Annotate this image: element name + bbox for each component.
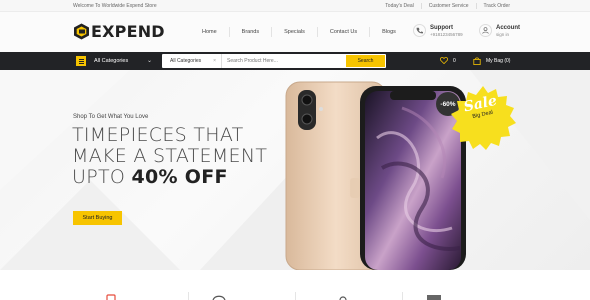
top-links: Today's Deal Customer Service Track Orde… <box>378 3 517 9</box>
feature-icon-3 <box>339 296 347 300</box>
chevron-down-icon: ⌄ <box>146 58 152 64</box>
hero-banner: Shop To Get What You Love TIMEPIECES THA… <box>0 70 590 270</box>
select-caret-icon: × <box>213 58 216 64</box>
customer-service-link[interactable]: Customer Service <box>420 3 476 9</box>
headline-line-1: TIMEPIECES THAT <box>72 124 244 146</box>
headline-line-2: MAKE A STATEMENT <box>72 145 268 167</box>
all-categories-label: All Categories <box>94 58 129 64</box>
main-nav: Home Brands Specials Contact Us Blogs <box>190 27 408 37</box>
support-block[interactable]: Support +918123456789 <box>413 24 463 37</box>
welcome-text: Welcome To Worldwide Expend Store <box>73 3 157 9</box>
category-select-value: All Categories <box>170 58 202 64</box>
nav-blogs[interactable]: Blogs <box>369 27 408 37</box>
header: EXPEND Home Brands Specials Contact Us B… <box>0 12 590 52</box>
feature-icon-2 <box>212 295 226 300</box>
account-signin[interactable]: sign in <box>496 32 520 37</box>
menu-icon <box>76 56 86 66</box>
feature-divider <box>402 292 403 300</box>
support-phone: +918123456789 <box>430 31 463 37</box>
logo[interactable]: EXPEND <box>73 22 165 41</box>
my-bag-label: My Bag (0) <box>486 58 511 64</box>
nav-contact-us[interactable]: Contact Us <box>316 27 369 37</box>
phone-icon <box>413 24 426 37</box>
search-bar: All Categories ⌄ All Categories × Search… <box>0 52 590 70</box>
headline-discount: 40% OFF <box>131 166 228 188</box>
todays-deal-link[interactable]: Today's Deal <box>378 3 420 9</box>
nav-home[interactable]: Home <box>190 27 229 37</box>
hero-headline: TIMEPIECES THAT MAKE A STATEMENT UPTO 40… <box>72 125 267 188</box>
search-input[interactable] <box>222 54 345 68</box>
search-form: All Categories × Search <box>162 54 386 68</box>
bag-icon <box>473 57 481 65</box>
account-block[interactable]: Account sign in <box>479 24 520 37</box>
wishlist-count: 0 <box>453 57 456 64</box>
category-select[interactable]: All Categories × <box>162 54 222 68</box>
feature-divider <box>188 292 189 300</box>
headline-line-3-prefix: UPTO <box>72 166 126 188</box>
feature-icon-1 <box>106 294 116 300</box>
account-title: Account <box>496 24 520 31</box>
support-title: Support <box>430 24 453 31</box>
logo-hex-icon <box>73 23 90 40</box>
all-categories-button[interactable]: All Categories ⌄ <box>73 52 158 70</box>
features-strip <box>0 270 590 300</box>
my-bag-button[interactable]: My Bag (0) <box>473 57 510 65</box>
brand-name: EXPEND <box>91 22 165 41</box>
track-order-link[interactable]: Track Order <box>475 3 517 9</box>
feature-icon-4 <box>427 295 441 300</box>
top-bar: Welcome To Worldwide Expend Store Today'… <box>0 0 590 12</box>
start-buying-button[interactable]: Start Buying <box>73 211 122 225</box>
user-icon <box>479 24 492 37</box>
headline-line-3: UPTO 40% OFF <box>72 167 267 188</box>
hero-kicker: Shop To Get What You Love <box>73 114 149 120</box>
nav-brands[interactable]: Brands <box>228 27 271 37</box>
search-button[interactable]: Search <box>346 55 385 67</box>
feature-divider <box>295 292 296 300</box>
wishlist-button[interactable]: 0 <box>440 57 456 64</box>
heart-icon <box>440 57 448 64</box>
nav-specials[interactable]: Specials <box>271 27 317 37</box>
